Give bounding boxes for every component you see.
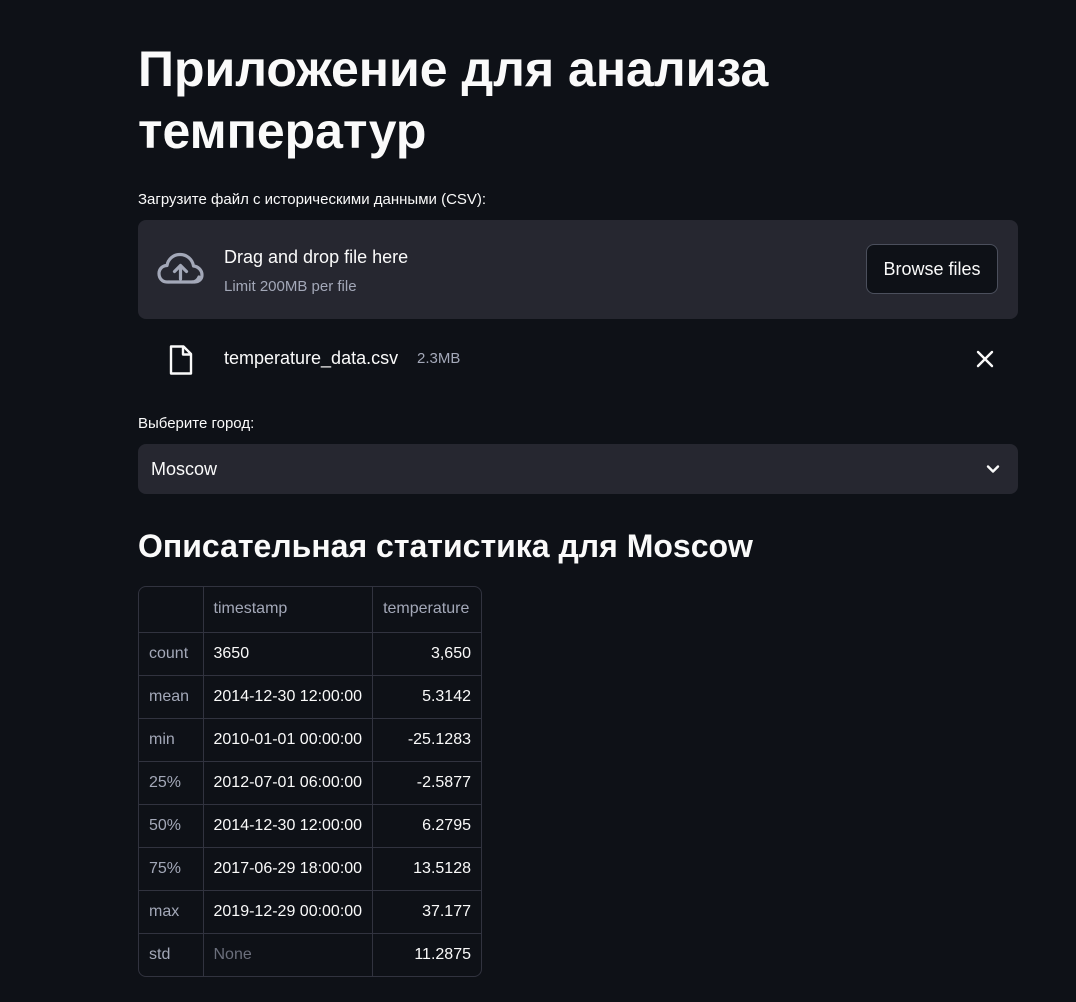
temperature-cell: 11.2875 [414,945,471,963]
stats-table[interactable]: timestamp temperature count 3650 3,650 m… [138,586,482,977]
cloud-upload-icon [157,252,204,284]
row-index: 50% [139,804,204,848]
dropzone-instructions: Drag and drop file here [224,247,409,267]
temperature-cell: 6.2795 [372,804,481,848]
timestamp-cell: 2010-01-01 00:00:00 [203,718,374,762]
row-index: 75% [139,847,204,891]
table-row: std None 11.2875 [139,933,481,976]
dropzone-limit-text: Limit 200MB per file [224,278,357,295]
browse-files-button[interactable]: Browse files [866,244,998,294]
city-select[interactable]: Moscow [138,444,1018,494]
temperature-cell: -2.5877 [372,761,481,805]
table-row: count 3650 3,650 [139,632,481,676]
close-icon[interactable] [974,348,996,370]
table-row: mean 2014-12-30 12:00:00 5.3142 [139,675,481,719]
timestamp-cell: 2014-12-30 12:00:00 [203,675,374,719]
upload-label: Загрузите файл с историческими данными (… [138,191,487,208]
row-index: 25% [139,761,204,805]
row-index: mean [139,675,204,719]
chevron-down-icon[interactable] [984,460,1002,478]
page-title: Приложение для анализа температур [138,41,769,159]
timestamp-cell: None [203,933,374,976]
temperature-cell: 37.177 [372,890,481,934]
row-index: max [139,890,204,934]
stats-title: Описательная статистика для Moscow [138,528,753,564]
table-row: 50% 2014-12-30 12:00:00 6.2795 [139,804,481,848]
temperature-cell: -25.1283 [372,718,481,762]
column-header-timestamp[interactable]: timestamp [203,587,374,633]
row-index: count [139,632,204,676]
timestamp-cell: 2012-07-01 06:00:00 [203,761,374,805]
table-row: max 2019-12-29 00:00:00 37.177 [139,890,481,934]
timestamp-cell: 2014-12-30 12:00:00 [203,804,374,848]
temperature-cell: 3,650 [372,632,481,676]
row-index: min [139,718,204,762]
temperature-cell: 13.5128 [372,847,481,891]
column-header-index[interactable] [139,587,204,633]
file-icon [169,345,193,375]
timestamp-cell: 2019-12-29 00:00:00 [203,890,374,934]
timestamp-cell: 2017-06-29 18:00:00 [203,847,374,891]
row-index: std [139,933,204,976]
temperature-cell: 5.3142 [372,675,481,719]
city-select-label: Выберите город: [138,415,255,432]
table-header-row: timestamp temperature [139,587,481,633]
table-row: min 2010-01-01 00:00:00 -25.1283 [139,718,481,762]
uploaded-file-size: 2.3MB [417,350,461,367]
table-row: 25% 2012-07-01 06:00:00 -2.5877 [139,761,481,805]
uploaded-file-row: temperature_data.csv 2.3MB [138,336,1018,380]
table-row: 75% 2017-06-29 18:00:00 13.5128 [139,847,481,891]
city-select-value: Moscow [151,459,218,479]
timestamp-cell: 3650 [203,632,374,676]
column-header-temperature[interactable]: temperature [372,587,481,633]
file-dropzone[interactable]: Drag and drop file here Limit 200MB per … [138,220,1018,319]
uploaded-file-name: temperature_data.csv [224,348,399,368]
